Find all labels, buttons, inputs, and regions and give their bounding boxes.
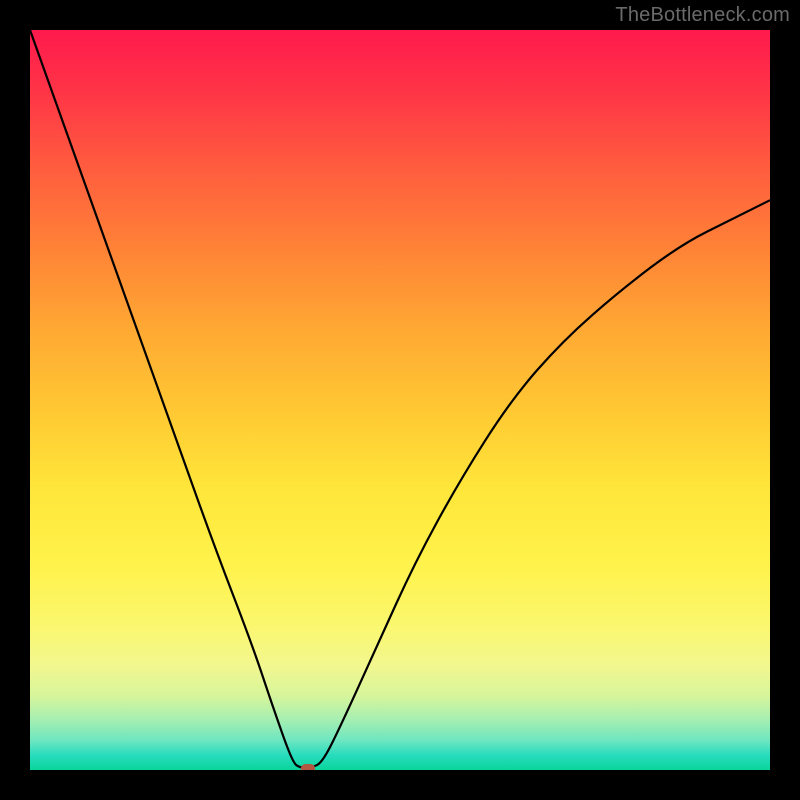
plot-area [30, 30, 770, 770]
watermark-text: TheBottleneck.com [615, 4, 790, 27]
minimum-marker [301, 764, 315, 770]
chart-frame: TheBottleneck.com [0, 0, 800, 800]
bottleneck-curve [30, 30, 770, 770]
